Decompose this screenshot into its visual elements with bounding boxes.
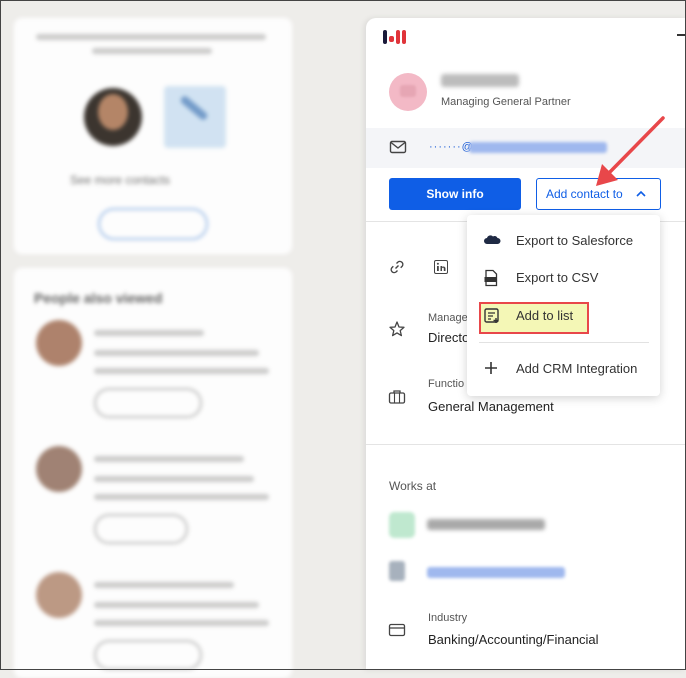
bg-person-avatar xyxy=(36,572,82,618)
company-logo xyxy=(389,512,415,538)
bg-text-line xyxy=(94,330,204,336)
bg-message-button xyxy=(94,388,202,418)
briefcase-icon xyxy=(388,390,406,404)
management-value: Directo xyxy=(428,330,470,345)
bg-avatar xyxy=(84,88,142,146)
add-list-icon xyxy=(484,308,499,323)
bg-text-line xyxy=(94,456,244,462)
salesforce-icon xyxy=(484,235,501,244)
bg-people-heading: People also viewed xyxy=(34,290,163,306)
contact-name-redacted xyxy=(441,74,519,87)
industry-value: Banking/Accounting/Financial xyxy=(428,632,599,647)
credit-card-icon xyxy=(388,623,406,637)
menu-item-add-to-list[interactable]: Add to list xyxy=(467,299,660,333)
bg-illustration xyxy=(164,86,226,148)
menu-item-add-crm-integration[interactable]: Add CRM Integration xyxy=(467,352,660,386)
bg-message-button xyxy=(94,640,202,670)
bg-person-avatar xyxy=(36,320,82,366)
bg-promo-text: See more contacts xyxy=(70,173,171,187)
csv-file-icon xyxy=(484,269,498,287)
bg-text-line xyxy=(94,494,269,500)
add-contact-dropdown: Export to Salesforce Export to CSV Add t… xyxy=(467,215,660,396)
plus-icon xyxy=(485,362,497,374)
background-people-card: People also viewed xyxy=(14,268,292,678)
bg-follow-button xyxy=(94,514,188,544)
bg-text-line xyxy=(94,602,259,608)
function-value: General Management xyxy=(428,399,554,414)
contact-title: Managing General Partner xyxy=(441,96,571,108)
company-name-redacted[interactable] xyxy=(427,519,545,530)
bg-text-line xyxy=(94,582,234,588)
email-prefix: ·······@ xyxy=(429,141,474,153)
brand-logo xyxy=(383,30,406,44)
divider xyxy=(366,444,686,445)
menu-item-export-salesforce[interactable]: Export to Salesforce xyxy=(467,224,660,258)
menu-item-label: Add CRM Integration xyxy=(516,361,638,376)
company-website-icon xyxy=(389,561,405,581)
mail-icon xyxy=(389,140,407,154)
star-icon xyxy=(389,321,405,337)
works-at-heading: Works at xyxy=(389,479,437,493)
annotation-arrow-icon xyxy=(596,116,665,186)
bg-text-line xyxy=(94,368,269,374)
show-info-button[interactable]: Show info xyxy=(389,178,521,210)
link-icon[interactable] xyxy=(388,258,406,276)
bg-learn-more-button xyxy=(98,208,208,240)
menu-divider xyxy=(479,342,649,343)
linkedin-icon[interactable] xyxy=(434,260,448,274)
email-redacted xyxy=(469,142,607,153)
contact-avatar xyxy=(389,73,427,111)
company-website-link[interactable] xyxy=(427,567,565,578)
menu-item-export-csv[interactable]: Export to CSV xyxy=(467,261,660,295)
industry-label: Industry xyxy=(428,612,468,624)
function-label: Functio xyxy=(428,378,465,390)
background-promo-card: See more contacts xyxy=(14,18,292,254)
bg-text-line xyxy=(36,34,266,40)
bg-text-line xyxy=(94,620,269,626)
management-label: Manage xyxy=(428,312,468,324)
menu-item-label: Add to list xyxy=(516,308,574,323)
menu-item-label: Export to Salesforce xyxy=(516,233,634,248)
menu-item-label: Export to CSV xyxy=(516,270,599,285)
bg-text-line xyxy=(94,476,254,482)
minimize-icon[interactable] xyxy=(677,34,686,36)
bg-text-line xyxy=(92,48,212,54)
bg-text-line xyxy=(94,350,259,356)
bg-person-avatar xyxy=(36,446,82,492)
